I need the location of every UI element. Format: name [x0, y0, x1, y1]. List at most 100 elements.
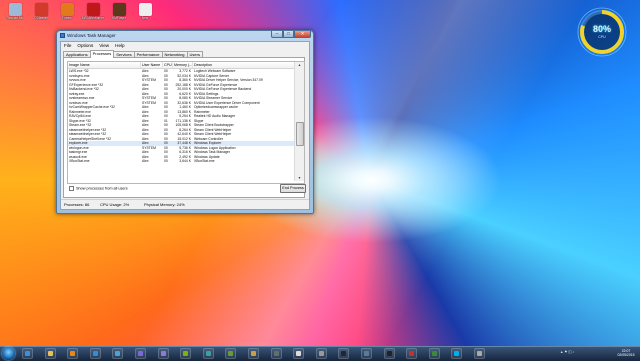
scroll-up-icon[interactable]: ▲: [295, 62, 304, 68]
desktop-icon[interactable]: Recycle Bin: [2, 3, 28, 21]
cpu-meter-gadget[interactable]: 80% CPU: [576, 6, 628, 58]
taskbar-button[interactable]: [248, 348, 259, 359]
taskbar-button[interactable]: [293, 348, 305, 359]
shortcut-icon: [60, 3, 74, 16]
cell-memory: 3,644 K: [179, 159, 191, 163]
desktop-icon-label: CCleaner: [34, 16, 48, 20]
column-image-name[interactable]: Image Name: [68, 62, 141, 68]
desktop-icon-label: Firefox: [62, 16, 72, 20]
desktop-icon-label: Recycle Bin: [6, 16, 24, 20]
taskbar-button[interactable]: [383, 348, 395, 359]
desktop-icon-label: KMPlayer: [112, 16, 126, 20]
taskbar-button[interactable]: [315, 348, 327, 359]
clock[interactable]: 22:07 02/05/2015: [616, 349, 636, 358]
menu-file[interactable]: File: [64, 42, 71, 49]
tab-strip: Applications Processes Services Performance…: [63, 50, 203, 58]
ie-icon: [25, 351, 30, 356]
taskbar-button[interactable]: [406, 348, 418, 359]
shortcut-icon: [138, 3, 152, 16]
menu-options[interactable]: Options: [77, 42, 93, 49]
taskbar-button[interactable]: [451, 348, 463, 359]
process-rows: LWS.exe *32 Alex 00 3,772 K Logitech Webcam …: [68, 69, 294, 164]
lightroom-icon: [115, 351, 121, 356]
cell-user-name: Alex: [142, 159, 149, 163]
folder-icon: [251, 351, 256, 356]
taskbar-button[interactable]: [270, 348, 282, 359]
taskmgr-icon: [431, 351, 437, 356]
skype-icon: [454, 351, 460, 356]
column-memory[interactable]: Memory (...: [173, 62, 193, 68]
taskbar-button[interactable]: [89, 348, 101, 359]
taskbar-button[interactable]: [44, 348, 56, 359]
maximize-icon: □: [287, 31, 290, 36]
desktop-icon-label: MSI Afterburner: [81, 16, 105, 20]
scroll-down-icon[interactable]: ▼: [295, 175, 304, 181]
minimize-icon: ‒: [275, 31, 279, 36]
aftereffects-icon: [160, 351, 166, 356]
shortcut-icon: [112, 3, 126, 16]
taskbar-button[interactable]: [135, 348, 146, 359]
taskbar-button[interactable]: [67, 348, 79, 359]
unity-icon: [296, 351, 302, 356]
checkbox-box[interactable]: [69, 186, 74, 191]
cell-image-name: XBoxStat.exe: [69, 159, 90, 163]
window-title: Windows Task Manager: [67, 33, 116, 38]
game-icon: [273, 351, 279, 356]
steam-icon: [341, 351, 347, 356]
title-bar[interactable]: Windows Task Manager ‒ □ ✕: [57, 31, 313, 40]
column-description[interactable]: Description: [193, 62, 294, 68]
cmd-icon: [386, 351, 392, 356]
show-all-processes-checkbox[interactable]: Show processes from all users: [69, 186, 128, 191]
system-tray[interactable]: ▲ ⚑ ◫ ♪: [560, 350, 574, 354]
table-row[interactable]: XBoxStat.exe Alex 00 3,644 K XBoxStat.exe: [68, 159, 294, 164]
desktop-icon-label: New: [141, 16, 149, 20]
photoshop-icon: [92, 351, 98, 356]
vertical-scrollbar[interactable]: ▲ ▼: [294, 62, 304, 181]
taskbar-button[interactable]: [112, 348, 124, 359]
minecraft-icon: [228, 351, 234, 356]
tab-processes[interactable]: Processes: [89, 50, 115, 58]
taskbar: ▲ ⚑ ◫ ♪ 22:07 02/05/2015: [0, 346, 640, 361]
shortcut-icon: [8, 3, 22, 16]
status-memory: Physical Memory: 24%: [144, 202, 185, 207]
desktop-icon[interactable]: KMPlayer: [106, 3, 132, 21]
cpu-percent: 80%: [592, 24, 611, 34]
taskbar-button[interactable]: [361, 348, 372, 359]
media-player-icon: [70, 351, 76, 356]
explorer-folder-icon: [47, 351, 53, 356]
close-icon: ✕: [300, 31, 305, 36]
minimize-button[interactable]: ‒: [271, 31, 283, 38]
close-button[interactable]: ✕: [294, 31, 311, 38]
taskbar-button[interactable]: [428, 348, 440, 359]
scroll-thumb[interactable]: [296, 122, 304, 146]
taskbar-button[interactable]: [474, 348, 485, 359]
end-process-button[interactable]: End Process: [280, 184, 306, 193]
menu-view[interactable]: View: [99, 42, 109, 49]
cell-description: XBoxStat.exe: [194, 159, 215, 163]
column-cpu[interactable]: CPU: [163, 62, 173, 68]
filezilla-icon: [409, 351, 415, 356]
app3-icon: [477, 351, 482, 356]
desktop-icon[interactable]: MSI Afterburner: [80, 3, 106, 21]
start-button[interactable]: [2, 347, 15, 360]
task-manager-app-icon: [60, 33, 65, 38]
desktop-icon[interactable]: Firefox: [54, 3, 80, 21]
menu-help[interactable]: Help: [115, 42, 124, 49]
process-list-header: Image Name User Name CPU Memory (... Descrip…: [68, 62, 294, 69]
taskbar-button[interactable]: [338, 348, 350, 359]
taskbar-button[interactable]: [180, 348, 192, 359]
taskbar-button[interactable]: [202, 348, 214, 359]
taskbar-button[interactable]: [225, 348, 237, 359]
app2-icon: [364, 351, 369, 356]
desktop-icon[interactable]: New: [132, 3, 158, 21]
speccy-icon: [205, 351, 211, 356]
shortcut-icon: [86, 3, 100, 16]
column-user-name[interactable]: User Name: [141, 62, 163, 68]
task-manager-window: Windows Task Manager ‒ □ ✕ File Options Vi…: [56, 30, 314, 214]
nvidia-icon: [183, 351, 189, 356]
desktop-icon[interactable]: CCleaner: [28, 3, 54, 21]
taskbar-button[interactable]: [22, 348, 33, 359]
taskbar-button[interactable]: [157, 348, 169, 359]
maximize-button[interactable]: □: [283, 31, 294, 38]
cell-cpu: 00: [164, 159, 168, 163]
